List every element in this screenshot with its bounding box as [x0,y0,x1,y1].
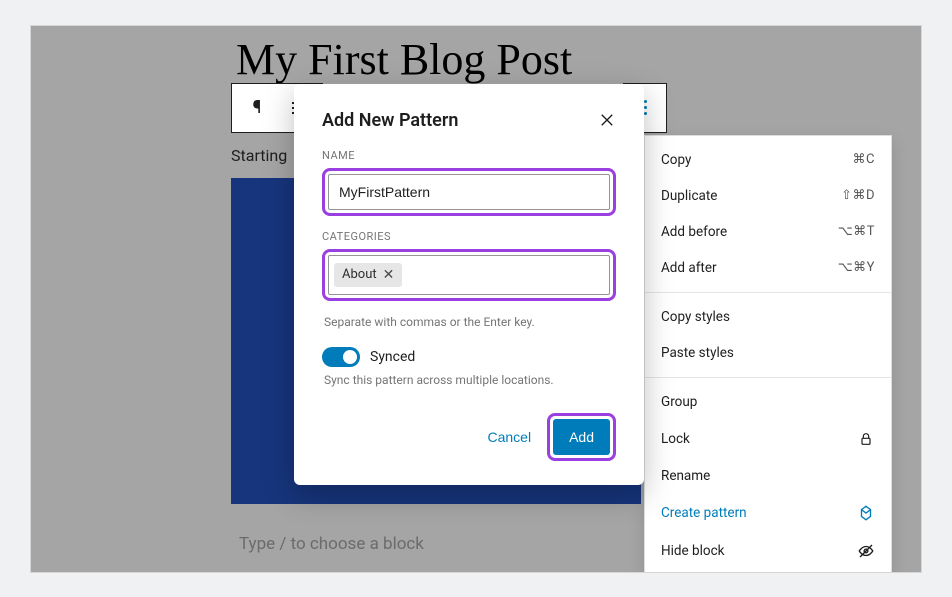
menu-item-hide-block[interactable]: Hide block [645,532,891,570]
category-chip[interactable]: About ✕ [334,263,402,287]
hide-icon [857,542,875,560]
add-button[interactable]: Add [553,419,610,455]
menu-item-add-after[interactable]: Add after ⌥⌘Y [645,250,891,286]
menu-item-shortcut: ⌥⌘T [838,224,875,239]
menu-item-shortcut: ⌥⌘Y [838,260,875,275]
menu-item-add-before[interactable]: Add before ⌥⌘T [645,214,891,250]
menu-item-label: Copy styles [661,309,730,325]
add-button-highlight: Add [547,413,616,461]
paragraph-icon[interactable]: ¶ [242,93,272,123]
menu-item-lock[interactable]: Lock [645,420,891,458]
menu-item-shortcut: ⌘C [853,152,875,167]
menu-item-shortcut: ⇧⌘D [841,188,875,203]
name-field-label: NAME [322,149,616,162]
menu-item-duplicate[interactable]: Duplicate ⇧⌘D [645,178,891,214]
block-appender[interactable]: Type / to choose a block [239,534,424,554]
categories-helper: Separate with commas or the Enter key. [324,315,614,329]
menu-item-create-pattern[interactable]: Create pattern [645,494,891,532]
categories-field-highlight: About ✕ [322,249,616,301]
menu-item-label: Add after [661,260,717,276]
paragraph-text[interactable]: Starting [231,146,287,165]
pattern-name-input[interactable] [328,174,610,210]
add-pattern-modal: Add New Pattern NAME CATEGORIES About ✕ … [294,84,644,485]
cancel-button[interactable]: Cancel [479,419,539,455]
menu-item-copy-styles[interactable]: Copy styles [645,299,891,335]
post-title: My First Blog Post [236,34,572,85]
menu-item-label: Create pattern [661,505,747,521]
block-context-menu: Copy ⌘C Duplicate ⇧⌘D Add before ⌥⌘T Add… [644,135,892,573]
lock-icon [857,430,875,448]
menu-item-label: Copy [661,152,691,168]
modal-title: Add New Pattern [322,110,458,131]
menu-item-label: Duplicate [661,188,717,204]
categories-input[interactable]: About ✕ [328,255,610,295]
menu-item-label: Paste styles [661,345,734,361]
menu-item-group[interactable]: Group [645,384,891,420]
menu-item-label: Lock [661,431,690,447]
menu-item-paste-styles[interactable]: Paste styles [645,335,891,371]
menu-item-label: Hide block [661,543,725,559]
synced-label: Synced [370,349,415,365]
menu-item-label: Group [661,394,697,410]
menu-item-rename[interactable]: Rename [645,458,891,494]
synced-helper: Sync this pattern across multiple locati… [324,373,614,387]
chip-label: About [342,267,377,282]
editor-canvas: My First Blog Post ¶ Starting Type / to … [30,25,922,573]
menu-item-label: Add before [661,224,727,240]
chip-remove-icon[interactable]: ✕ [383,267,395,283]
close-icon[interactable] [598,111,616,129]
pattern-icon [857,504,875,522]
menu-item-copy[interactable]: Copy ⌘C [645,142,891,178]
synced-toggle[interactable] [322,347,360,367]
name-field-highlight [322,168,616,216]
menu-item-label: Rename [661,468,710,484]
categories-field-label: CATEGORIES [322,230,616,243]
